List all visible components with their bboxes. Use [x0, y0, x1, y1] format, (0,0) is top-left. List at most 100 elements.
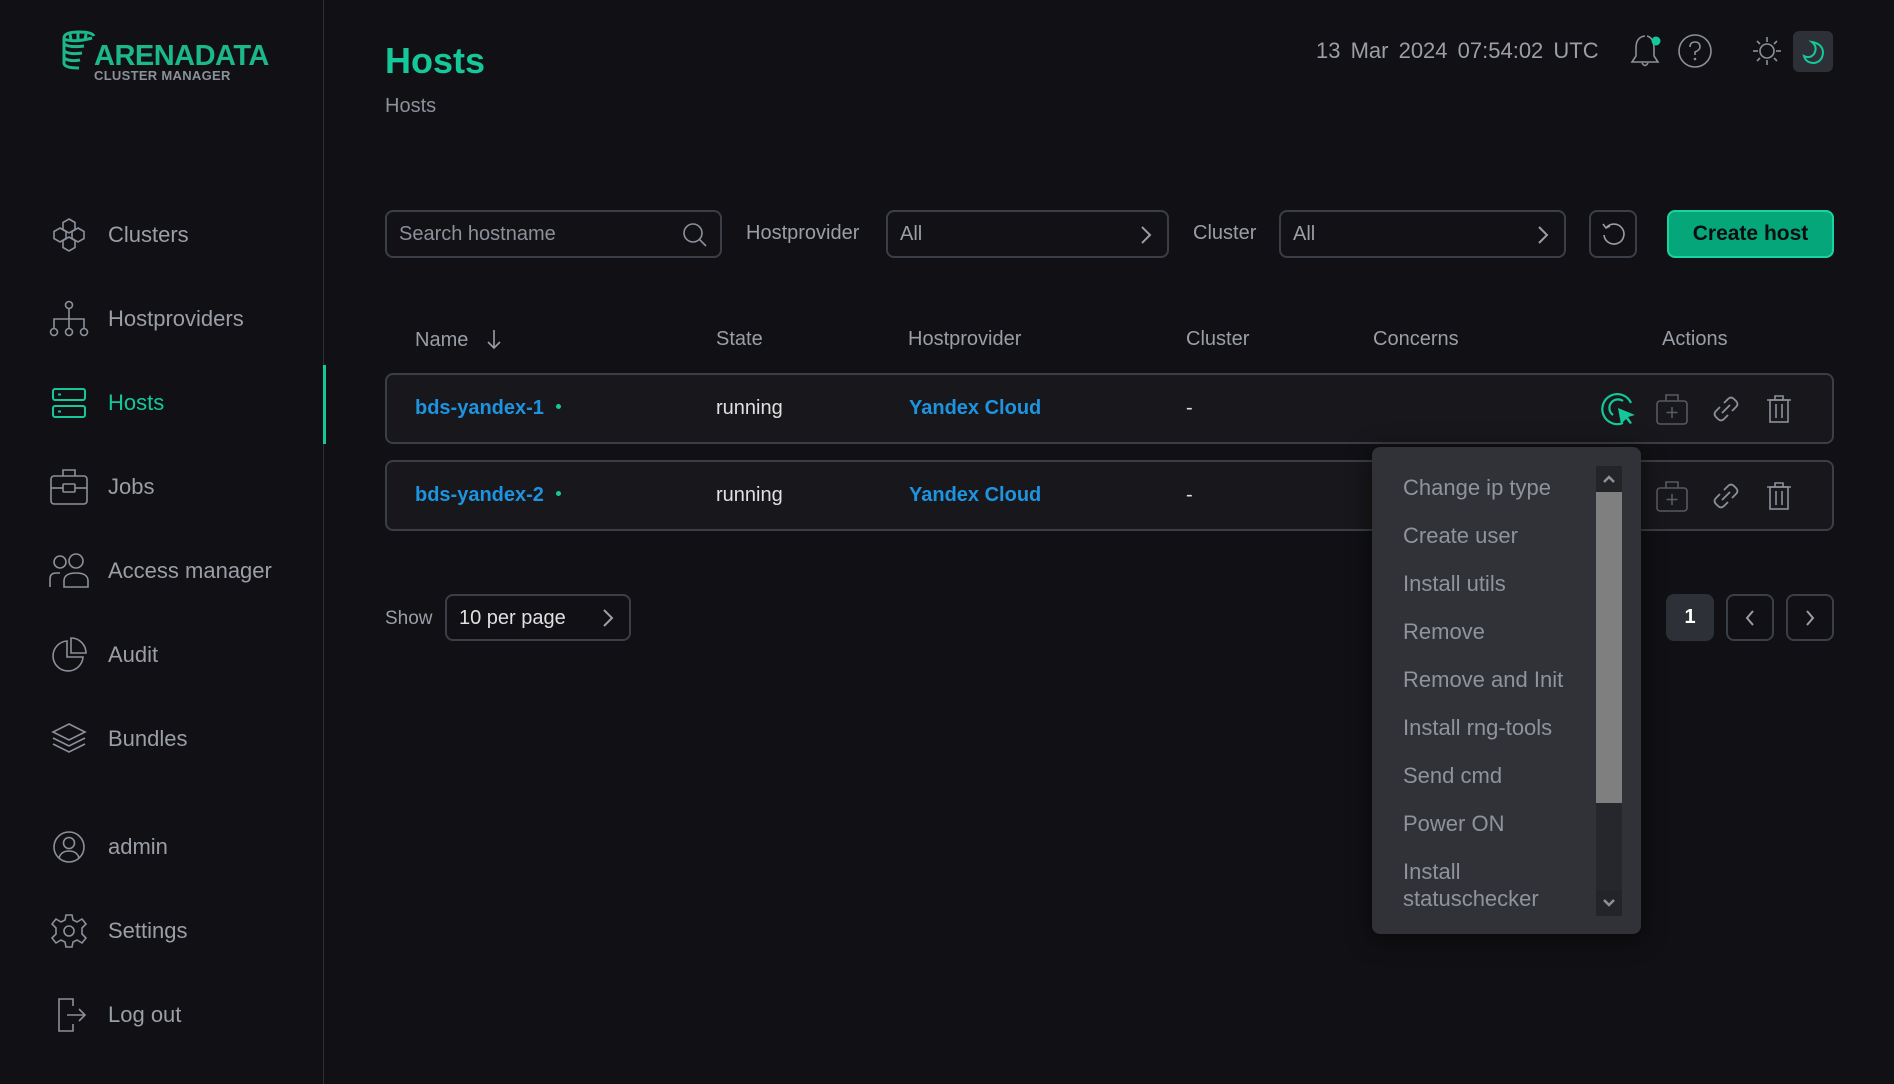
hostprovider-select-value: All: [900, 223, 923, 245]
sidebar-item-logout[interactable]: Log out: [48, 990, 324, 1040]
host-state: running: [716, 397, 783, 419]
column-header-hostprovider[interactable]: Hostprovider: [908, 328, 1021, 351]
clusters-icon: [48, 214, 90, 256]
scroll-down-button[interactable]: [1596, 890, 1622, 916]
run-action-icon: [1601, 393, 1635, 426]
jobs-icon: [48, 466, 90, 508]
link-button[interactable]: [1708, 391, 1744, 427]
run-action-button[interactable]: [1601, 391, 1637, 427]
chevron-up-icon: [1603, 475, 1615, 483]
dark-theme-button[interactable]: [1793, 31, 1833, 72]
next-page-button[interactable]: [1786, 594, 1834, 641]
sidebar-item-clusters[interactable]: Clusters: [48, 210, 324, 260]
sort-desc-icon: [487, 330, 501, 350]
menu-item-install-rng-tools[interactable]: Install rng-tools: [1403, 714, 1603, 741]
search-hostname-field[interactable]: [385, 210, 722, 258]
search-icon[interactable]: [682, 222, 708, 253]
server-clock: 13 Mar 2024 07:54:02 UTC: [1316, 38, 1599, 64]
link-icon: [1713, 396, 1739, 422]
sidebar-item-label: Access manager: [108, 558, 272, 583]
sidebar-item-label: Hosts: [108, 390, 165, 415]
actions-dropdown-menu: Change ip type Create user Install utils…: [1372, 447, 1641, 934]
clock-time: 07:54:02: [1457, 38, 1544, 63]
hostprovider-link[interactable]: Yandex Cloud: [909, 397, 1041, 420]
add-to-cluster-button[interactable]: [1654, 391, 1690, 427]
delete-button[interactable]: [1761, 391, 1797, 427]
scrollbar-thumb[interactable]: [1596, 492, 1622, 803]
access-manager-icon: [48, 550, 90, 592]
column-header-name[interactable]: Name: [415, 328, 502, 352]
sidebar-item-label: Audit: [108, 642, 159, 667]
notifications-button[interactable]: [1627, 30, 1667, 72]
help-button[interactable]: [1675, 30, 1715, 72]
chevron-right-icon: [601, 607, 615, 634]
page-title: Hosts: [385, 40, 486, 81]
status-dot: [555, 404, 561, 410]
sidebar-item-bundles[interactable]: Bundles: [48, 714, 324, 764]
search-input[interactable]: [399, 220, 669, 248]
sidebar-item-label: Clusters: [108, 222, 189, 247]
breadcrumb[interactable]: Hosts: [385, 95, 436, 118]
menu-item-send-cmd[interactable]: Send cmd: [1403, 762, 1603, 789]
per-page-select[interactable]: 10 per page: [445, 594, 631, 641]
menu-item-install-statuschecker[interactable]: Install statuschecker: [1403, 858, 1583, 912]
help-icon: [1678, 34, 1712, 68]
add-to-cluster-icon: [1656, 481, 1688, 512]
per-page-value: 10 per page: [459, 607, 566, 629]
dropdown-scrollbar[interactable]: [1596, 466, 1622, 916]
chevron-right-icon: [1536, 224, 1550, 251]
sidebar-item-hostproviders[interactable]: Hostproviders: [48, 294, 324, 344]
host-cluster: -: [1186, 484, 1193, 506]
host-name-link[interactable]: bds-yandex-1: [415, 397, 544, 419]
menu-item-remove-and-init[interactable]: Remove and Init: [1403, 666, 1603, 693]
hostprovider-link[interactable]: Yandex Cloud: [909, 484, 1041, 507]
host-name-cell: bds-yandex-2: [415, 484, 561, 507]
logo[interactable]: ARENADATA CLUSTER MANAGER: [60, 30, 270, 86]
status-dot: [555, 491, 561, 497]
bell-icon: [1630, 35, 1661, 67]
create-host-button[interactable]: Create host: [1667, 210, 1834, 258]
menu-item-create-user[interactable]: Create user: [1403, 522, 1603, 549]
hostprovider-filter-label: Hostprovider: [746, 222, 860, 244]
sidebar-item-label: Jobs: [108, 474, 155, 499]
sidebar-item-access-manager[interactable]: Access manager: [48, 546, 324, 596]
link-button[interactable]: [1708, 478, 1744, 514]
host-state: running: [716, 484, 783, 506]
sidebar-item-label: admin: [108, 834, 168, 859]
sun-icon: [1753, 37, 1781, 65]
host-cluster: -: [1186, 397, 1193, 419]
trash-icon: [1767, 395, 1791, 423]
chevron-left-icon: [1745, 609, 1754, 626]
menu-item-install-utils[interactable]: Install utils: [1403, 570, 1603, 597]
page-button-current[interactable]: 1: [1666, 594, 1714, 641]
scroll-up-button[interactable]: [1596, 466, 1622, 492]
chevron-right-icon: [1139, 224, 1153, 251]
host-name-link[interactable]: bds-yandex-2: [415, 484, 544, 506]
cluster-select[interactable]: All: [1279, 210, 1566, 258]
sidebar-item-audit[interactable]: Audit: [48, 630, 324, 680]
menu-item-power-on[interactable]: Power ON: [1403, 810, 1603, 837]
clock-timezone: UTC: [1553, 38, 1599, 63]
sidebar-item-hosts[interactable]: Hosts: [48, 378, 324, 428]
menu-item-change-ip-type[interactable]: Change ip type: [1403, 474, 1603, 501]
reset-filters-button[interactable]: [1589, 210, 1637, 258]
chevron-right-icon: [1806, 609, 1815, 626]
add-to-cluster-button[interactable]: [1654, 478, 1690, 514]
hostproviders-icon: [48, 298, 90, 340]
hosts-icon: [48, 382, 90, 424]
hostprovider-select[interactable]: All: [886, 210, 1169, 258]
menu-item-remove[interactable]: Remove: [1403, 618, 1603, 645]
column-header-state[interactable]: State: [716, 328, 763, 351]
prev-page-button[interactable]: [1726, 594, 1774, 641]
reset-icon: [1602, 223, 1625, 245]
light-theme-button[interactable]: [1747, 30, 1787, 72]
sidebar-item-admin[interactable]: admin: [48, 822, 324, 872]
arenadata-logo-icon: [62, 30, 96, 70]
delete-button[interactable]: [1761, 478, 1797, 514]
cluster-filter-label: Cluster: [1193, 222, 1257, 244]
sidebar-item-jobs[interactable]: Jobs: [48, 462, 324, 512]
sidebar-item-label: Log out: [108, 1002, 182, 1027]
sidebar-item-settings[interactable]: Settings: [48, 906, 324, 956]
column-header-cluster: Cluster: [1186, 328, 1250, 350]
sidebar: ARENADATA CLUSTER MANAGER Clusters Hostp…: [0, 0, 326, 1084]
